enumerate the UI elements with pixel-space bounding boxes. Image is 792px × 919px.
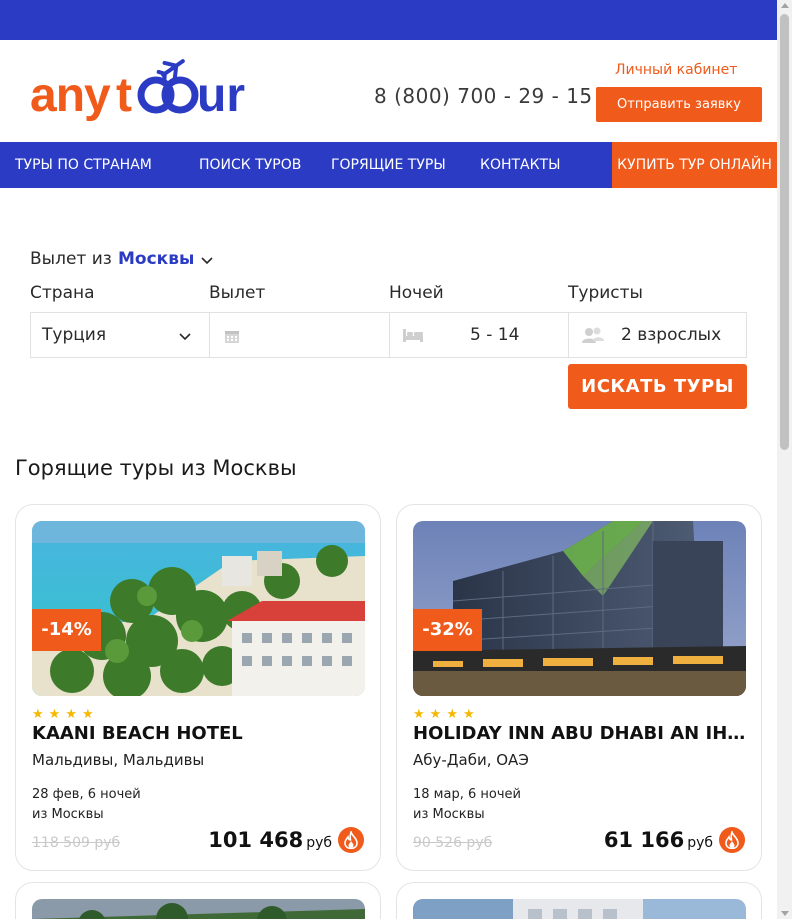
- svg-text:t: t: [116, 69, 132, 121]
- fire-icon: [338, 827, 364, 853]
- chevron-down-icon: [179, 333, 191, 341]
- star-icon: ★: [446, 707, 458, 722]
- tour-dates: 28 фев, 6 ночей: [32, 787, 141, 802]
- tourists-icon: [582, 327, 604, 343]
- date-label: Вылет: [209, 283, 266, 303]
- scrollbar-thumb[interactable]: [780, 14, 789, 450]
- hot-tour-card[interactable]: [15, 882, 381, 919]
- tour-price: 61 166: [603, 828, 685, 852]
- calendar-icon: [225, 331, 239, 343]
- price-currency: руб: [306, 835, 332, 851]
- old-price: 90 526 руб: [413, 835, 493, 851]
- hot-tours-title: Горящие туры из Москвы: [15, 456, 297, 480]
- hotel-stars: ★ ★ ★ ★: [413, 703, 480, 722]
- hot-tour-card[interactable]: [396, 882, 762, 919]
- hot-tour-card[interactable]: -32% ★ ★ ★ ★ HOLIDAY INN ABU DHABI AN IHG .…: [396, 504, 762, 871]
- main-nav: ТУРЫ ПО СТРАНАМ ПОИСК ТУРОВ ГОРЯЩИЕ ТУРЫ…: [0, 142, 777, 188]
- departure-row: Вылет из Москвы: [30, 249, 213, 273]
- scroll-up-arrow-icon[interactable]: [780, 3, 789, 8]
- star-icon: ★: [462, 707, 475, 722]
- star-icon: ★: [48, 707, 61, 722]
- star-icon: ★: [65, 707, 77, 722]
- tourists-field[interactable]: 2 взрослых: [568, 312, 747, 358]
- buy-tour-online-button[interactable]: КУПИТЬ ТУР ОНЛАЙН: [612, 142, 777, 188]
- scroll-down-arrow-icon[interactable]: [780, 911, 789, 916]
- departure-city-select[interactable]: Москвы: [118, 249, 194, 269]
- country-label: Страна: [30, 283, 95, 303]
- hotel-photo[interactable]: [32, 899, 365, 919]
- personal-cabinet-link[interactable]: Личный кабинет: [615, 62, 737, 78]
- discount-badge: -32%: [413, 609, 482, 651]
- star-icon: ★: [32, 707, 44, 722]
- nights-label: Ночей: [389, 283, 444, 303]
- country-select[interactable]: Турция: [30, 312, 210, 358]
- hotel-location: Абу-Даби, ОАЭ: [413, 751, 529, 769]
- top-bar: [0, 0, 777, 40]
- hotel-photo[interactable]: [413, 899, 746, 919]
- departure-from: из Москвы: [32, 807, 104, 822]
- price-box: 101 468 руб: [208, 827, 364, 855]
- star-icon: ★: [413, 707, 425, 722]
- tourists-value: 2 взрослых: [621, 325, 722, 345]
- tour-price: 101 468: [208, 828, 304, 852]
- price-currency: руб: [687, 835, 713, 851]
- bed-icon: [403, 329, 423, 342]
- star-icon: ★: [429, 707, 442, 722]
- tourists-label: Туристы: [568, 283, 643, 303]
- tour-dates: 18 мар, 6 ночей: [413, 787, 521, 802]
- send-request-button[interactable]: Отправить заявку: [596, 87, 762, 122]
- nav-item-contacts[interactable]: КОНТАКТЫ: [480, 142, 560, 188]
- hot-tour-card[interactable]: -14% ★ ★ ★ ★ KAANI BEACH HOTEL Мальдивы, Ма…: [15, 504, 381, 871]
- nav-item-hot-tours[interactable]: ГОРЯЩИЕ ТУРЫ: [331, 142, 446, 188]
- date-field[interactable]: [209, 312, 390, 358]
- star-icon: ★: [81, 707, 94, 722]
- city-hotel-photo[interactable]: -32%: [413, 521, 746, 696]
- page-scrollbar[interactable]: [777, 0, 792, 919]
- phone-number[interactable]: 8 (800) 700 - 29 - 15: [374, 84, 593, 108]
- hotel-name[interactable]: HOLIDAY INN ABU DHABI AN IHG ...: [413, 723, 748, 744]
- nights-value: 5 - 14: [470, 325, 520, 345]
- old-price: 118 509 руб: [32, 835, 121, 851]
- fire-icon: [719, 827, 745, 853]
- page: any t ur 8 (800) 700 - 29 - 15 Личный ка…: [0, 0, 777, 919]
- departure-label: Вылет из: [30, 249, 112, 269]
- beach-hotel-photo[interactable]: -14%: [32, 521, 365, 696]
- price-box: 61 166 руб: [604, 827, 745, 855]
- nav-item-tour-search[interactable]: ПОИСК ТУРОВ: [199, 142, 301, 188]
- departure-from: из Москвы: [413, 807, 485, 822]
- nav-item-tours-by-country[interactable]: ТУРЫ ПО СТРАНАМ: [15, 142, 152, 188]
- tour-search-form: Вылет из Москвы Страна Вылет Ночей Турис…: [30, 246, 747, 416]
- header: any t ur 8 (800) 700 - 29 - 15 Личный ка…: [0, 40, 777, 142]
- hotel-location: Мальдивы, Мальдивы: [32, 751, 205, 769]
- logo-graphic: any t ur: [30, 59, 245, 122]
- anytour-logo[interactable]: any t ur: [30, 55, 260, 122]
- discount-badge: -14%: [32, 609, 101, 651]
- chevron-down-icon[interactable]: [200, 254, 214, 268]
- hotel-name[interactable]: KAANI BEACH HOTEL: [32, 723, 367, 744]
- svg-text:ur: ur: [197, 69, 245, 121]
- search-tours-button[interactable]: ИСКАТЬ ТУРЫ: [568, 364, 747, 409]
- svg-text:any: any: [30, 69, 111, 121]
- hotel-stars: ★ ★ ★ ★: [32, 703, 99, 722]
- country-value: Турция: [42, 325, 107, 345]
- nights-field[interactable]: 5 - 14: [389, 312, 569, 358]
